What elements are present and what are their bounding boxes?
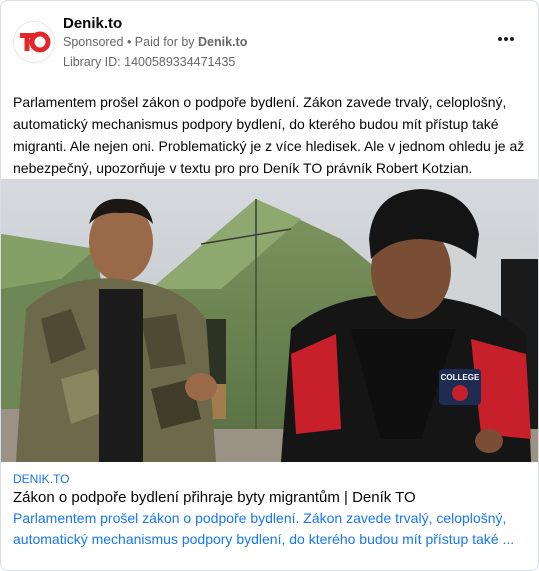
ad-photo-illustration: COLLEGE (1, 179, 538, 462)
library-id: Library ID: 1400589334471435 (63, 55, 236, 69)
sponsored-line: Sponsored • Paid for by Denik.to (63, 35, 247, 49)
college-print: COLLEGE (441, 373, 480, 382)
ad-body-text: Parlamentem prošel zákon o podpoře bydle… (13, 94, 525, 176)
ad-header: Denik.to Sponsored • Paid for by Denik.t… (1, 1, 538, 81)
paid-for-prefix: Paid for by (134, 35, 199, 49)
more-horizontal-icon (498, 37, 514, 41)
link-preview[interactable]: DENIK.TO Zákon o podpoře bydlení přihraj… (1, 462, 538, 570)
paid-for-name[interactable]: Denik.to (198, 35, 247, 49)
more-options-button[interactable] (496, 29, 516, 49)
page-name[interactable]: Denik.to (63, 15, 122, 32)
link-title[interactable]: Zákon o podpoře bydlení přihraje byty mi… (13, 489, 416, 506)
link-description: Parlamentem prošel zákon o podpoře bydle… (13, 510, 515, 547)
denik-to-logo (14, 22, 54, 62)
sponsored-label: Sponsored (63, 35, 124, 49)
link-domain: DENIK.TO (13, 472, 70, 486)
separator-bullet: • (123, 35, 135, 49)
ad-photo[interactable]: COLLEGE (1, 179, 538, 462)
page-avatar[interactable] (13, 21, 55, 63)
ad-card: Denik.to Sponsored • Paid for by Denik.t… (0, 0, 539, 571)
